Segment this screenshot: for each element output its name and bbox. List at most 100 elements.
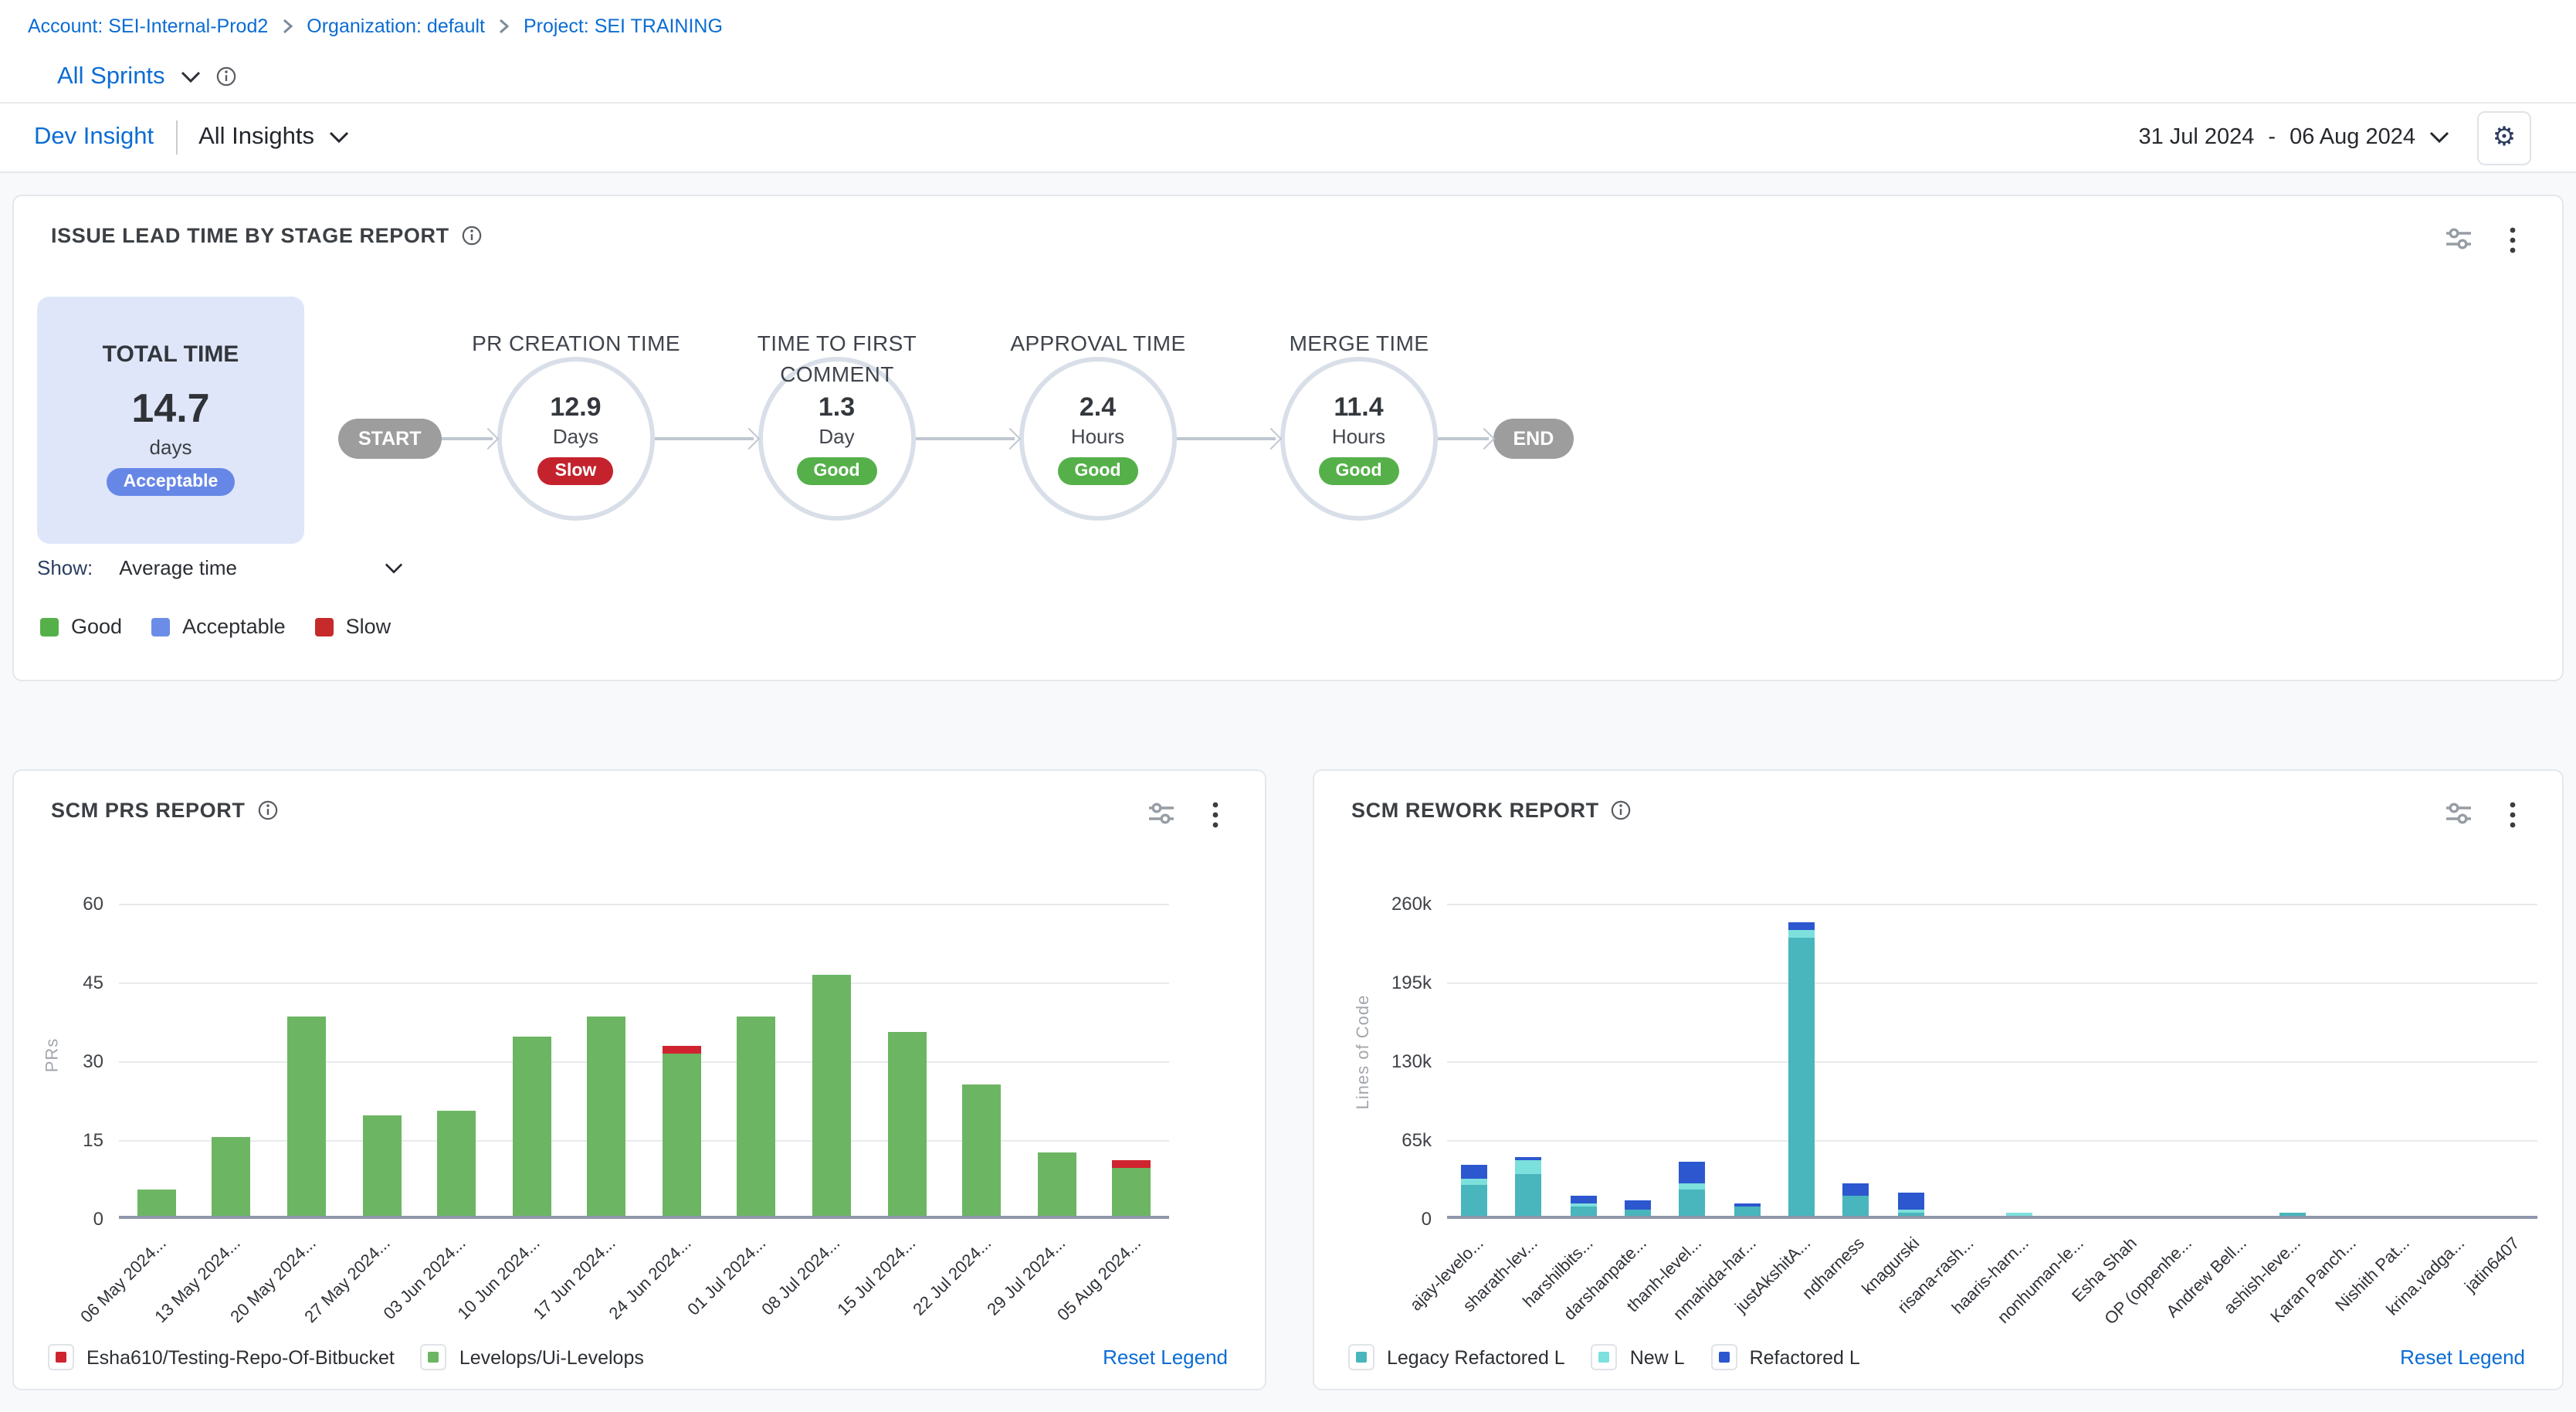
date-separator: -	[2268, 125, 2276, 150]
stage-name: PR CREATION TIME	[452, 328, 700, 359]
flow-arrow	[916, 428, 1019, 450]
bar-ndharness[interactable]	[1843, 1183, 1869, 1216]
stage-unit: Hours	[1332, 425, 1385, 448]
info-icon[interactable]	[216, 66, 236, 87]
flow-arrow	[442, 428, 497, 450]
bar-27 May 2024...[interactable]	[362, 1116, 401, 1216]
stage-badge: Good	[1318, 457, 1398, 485]
sprint-selector[interactable]: All Sprints	[57, 63, 165, 90]
y-tick-label: 0	[1422, 1208, 1432, 1230]
legend-item[interactable]: New L	[1591, 1344, 1685, 1370]
bar-08 Jul 2024...[interactable]	[812, 974, 851, 1216]
bar-segment	[1679, 1190, 1706, 1217]
y-tick-label: 60	[83, 893, 103, 915]
show-value: Average time	[119, 556, 237, 579]
bar-darshanpate...[interactable]	[1625, 1200, 1651, 1216]
bar-knagurski[interactable]	[1897, 1192, 1924, 1216]
bar-segment	[887, 1032, 926, 1216]
bar-segment	[1112, 1169, 1151, 1216]
card-title: ISSUE LEAD TIME BY STAGE REPORT	[51, 224, 449, 247]
legend-swatch	[1591, 1344, 1618, 1370]
legend-item[interactable]: Legacy Refactored L	[1348, 1344, 1565, 1370]
legend-item[interactable]: Good	[40, 615, 122, 638]
bar-harshilbits...[interactable]	[1571, 1196, 1597, 1216]
dev-insight-link[interactable]: Dev Insight	[34, 124, 154, 151]
x-axis-line	[1447, 1216, 2537, 1219]
bar-thanh-level...[interactable]	[1679, 1162, 1706, 1216]
bar-justAkshitA...[interactable]	[1788, 922, 1815, 1216]
stage-3[interactable]: 2.4HoursGood	[1019, 357, 1177, 521]
legend-label: Acceptable	[182, 615, 286, 638]
reset-legend-link[interactable]: Reset Legend	[2400, 1346, 2525, 1369]
bar-22 Jul 2024...[interactable]	[962, 1084, 1001, 1216]
bar-10 Jun 2024...[interactable]	[512, 1037, 551, 1216]
legend-label: New L	[1630, 1346, 1685, 1368]
bar-segment	[1461, 1165, 1487, 1179]
settings-gear-button[interactable]: ⚙	[2477, 110, 2531, 165]
stage-1[interactable]: 12.9DaysSlow	[497, 357, 655, 521]
legend-swatch	[48, 1344, 74, 1370]
chevron-down-icon[interactable]	[384, 562, 402, 574]
total-time-unit: days	[150, 436, 192, 459]
legend-swatch	[315, 617, 334, 636]
breadcrumb-organization[interactable]: Organization: default	[307, 15, 485, 36]
y-axis-ticks: 065k130k195k260k	[1314, 904, 1432, 1219]
bar-24 Jun 2024...[interactable]	[663, 1045, 701, 1216]
bar-segment	[1788, 937, 1815, 1216]
stage-unit: Day	[819, 425, 854, 448]
bar-01 Jul 2024...[interactable]	[737, 1017, 776, 1216]
scm-rework-report-card: SCM REWORK REPORT Lines of Code 065k130k…	[1313, 769, 2564, 1390]
breadcrumb-project[interactable]: Project: SEI TRAINING	[524, 15, 723, 36]
bar-segment	[1037, 1152, 1076, 1216]
bar-05 Aug 2024...[interactable]	[1112, 1161, 1151, 1216]
legend-item[interactable]: Levelops/Ui-Levelops	[421, 1344, 644, 1370]
stage-badge: Good	[1057, 457, 1137, 485]
bar-ajay-levelo...[interactable]	[1461, 1165, 1487, 1216]
breadcrumb-account[interactable]: Account: SEI-Internal-Prod2	[28, 15, 268, 36]
chevron-down-icon[interactable]	[181, 70, 201, 83]
x-tick-label: jatin6407	[2462, 1234, 2523, 1296]
show-dropdown[interactable]: Show: Average time	[37, 556, 402, 579]
bar-segment	[663, 1053, 701, 1216]
y-tick-label: 65k	[1402, 1129, 1432, 1151]
legend-label: Levelops/Ui-Levelops	[459, 1346, 644, 1368]
stage-name: TIME TO FIRST COMMENT	[713, 328, 961, 390]
stage-value: 12.9	[550, 392, 601, 423]
x-axis-line	[119, 1216, 1169, 1219]
widget-filters-icon[interactable]	[2445, 227, 2473, 258]
arrow-head-icon	[737, 428, 759, 450]
bar-13 May 2024...[interactable]	[212, 1137, 251, 1216]
bar-15 Jul 2024...[interactable]	[887, 1032, 926, 1216]
stage-badge: Good	[796, 457, 876, 485]
arrow-head-icon	[476, 428, 498, 450]
legend-item[interactable]: Slow	[315, 615, 391, 638]
legend-item[interactable]: Refactored L	[1711, 1344, 1860, 1370]
arrow-head-icon	[1473, 428, 1494, 450]
chevron-down-icon[interactable]	[328, 131, 348, 144]
bar-29 Jul 2024...[interactable]	[1037, 1152, 1076, 1216]
legend-swatch	[421, 1344, 447, 1370]
arrow-head-icon	[1259, 428, 1281, 450]
bar-segment	[512, 1037, 551, 1216]
bar-20 May 2024...[interactable]	[287, 1017, 326, 1216]
bar-03 Jun 2024...[interactable]	[437, 1111, 476, 1216]
widget-menu-icon[interactable]	[2507, 224, 2519, 264]
insight-selector[interactable]: All Insights	[198, 124, 314, 151]
reset-legend-link[interactable]: Reset Legend	[1103, 1346, 1228, 1369]
x-tick-label: 22 Jul 2024...	[910, 1234, 995, 1319]
bar-17 Jun 2024...[interactable]	[587, 1017, 625, 1216]
bar-06 May 2024...[interactable]	[137, 1190, 176, 1216]
bar-nmahida-har...[interactable]	[1734, 1203, 1760, 1216]
y-tick-label: 195k	[1391, 972, 1432, 993]
legend-item[interactable]: Esha610/Testing-Repo-Of-Bitbucket	[48, 1344, 395, 1370]
bar-segment	[1112, 1161, 1151, 1169]
info-icon[interactable]	[462, 226, 482, 246]
bar-segment	[1571, 1196, 1597, 1203]
stage-4[interactable]: 11.4HoursGood	[1280, 357, 1438, 521]
rework-bar-chart: Lines of Code 065k130k195k260k ajay-leve…	[1314, 771, 2562, 1389]
date-range-selector[interactable]: 31 Jul 2024 - 06 Aug 2024	[2138, 125, 2449, 150]
legend-item[interactable]: Acceptable	[151, 615, 286, 638]
bar-sharath-lev...[interactable]	[1516, 1158, 1542, 1216]
bar-segment	[962, 1084, 1001, 1216]
show-label: Show:	[37, 556, 93, 579]
